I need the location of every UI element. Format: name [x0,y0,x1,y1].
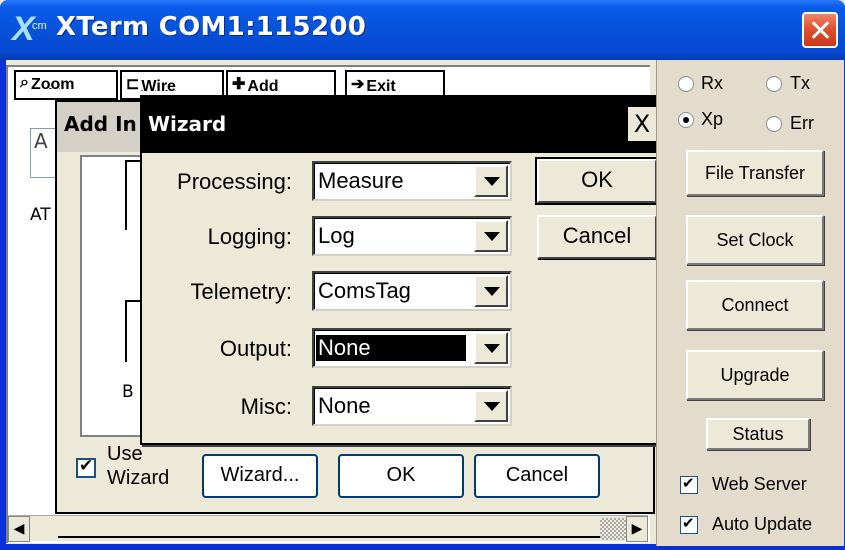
chevron-down-icon[interactable] [474,332,508,364]
logging-value: Log [318,223,355,248]
processing-value: Measure [318,168,404,193]
auto-update-label: Auto Update [712,514,813,534]
wizard-dialog: Wizard X Processing: Measure Logging: Lo… [140,95,660,445]
radio-xp-label: Xp [701,109,724,129]
component-label: AT [30,205,51,225]
chevron-down-icon[interactable] [474,390,508,422]
web-server-label: Web Server [712,474,807,494]
wizard-title: Wizard [148,112,227,136]
wizard-cancel-button[interactable]: Cancel [537,215,657,259]
telemetry-label: Telemetry: [190,279,292,304]
status-button[interactable]: Status [706,418,810,450]
connect-button[interactable]: Connect [686,280,824,330]
chevron-down-icon[interactable] [474,220,508,252]
processing-select[interactable]: Measure [312,161,512,201]
wizard-open-button[interactable]: Wizard... [202,454,318,498]
title-bar[interactable]: X cm XTerm COM1:115200 [0,0,845,60]
scrollbar-track[interactable] [58,520,600,538]
output-select[interactable]: None [312,328,512,368]
misc-label: Misc: [240,394,292,419]
add-in-ok-button[interactable]: OK [338,454,464,498]
preview-label-b: B [122,382,134,402]
arrow-right-icon: ➔ [351,76,365,93]
scroll-right-arrow-icon[interactable]: ▶ [626,516,648,542]
radio-xp[interactable] [678,112,694,128]
radio-tx[interactable] [766,76,782,92]
upgrade-button[interactable]: Upgrade [686,350,824,400]
plus-icon: ✚ [232,76,246,93]
wizard-titlebar[interactable]: Wizard X [142,97,658,153]
scrollbar-thumb[interactable] [600,518,626,540]
auto-update-checkbox[interactable] [680,514,698,534]
zoom-button[interactable]: ⌕ Zoom [14,70,118,100]
wizard-ok-button[interactable]: OK [535,157,659,205]
window-close-button[interactable] [802,12,838,48]
output-label: Output: [219,336,292,361]
add-in-dialog-title: Add In [64,112,137,136]
logging-label: Logging: [207,224,292,249]
use-wizard-label: Use Wizard [107,443,170,489]
radio-rx[interactable] [678,76,694,92]
output-value: None [315,334,467,362]
chevron-down-icon[interactable] [474,165,508,197]
horizontal-scrollbar[interactable]: ◀ ▶ [8,515,648,542]
telemetry-value: ComsTag [318,278,411,303]
radio-rx-label: Rx [701,73,723,93]
processing-label: Processing: [177,169,292,194]
xterm-app-icon: X cm [12,10,47,48]
telemetry-select[interactable]: ComsTag [312,271,512,311]
add-in-cancel-button[interactable]: Cancel [474,454,600,498]
wizard-close-icon[interactable]: X [628,107,656,141]
scroll-left-arrow-icon[interactable]: ◀ [8,516,30,542]
radio-tx-label: Tx [790,73,810,93]
misc-select[interactable]: None [312,386,512,426]
file-transfer-button[interactable]: File Transfer [686,150,824,196]
main-window: X cm XTerm COM1:115200 ⌕ Zoom ⊏ Wire ✚ Add … [0,0,845,550]
magnifier-icon: ⌕ [20,74,29,91]
web-server-checkbox[interactable] [680,474,698,494]
chevron-down-icon[interactable] [474,275,508,307]
window-title: XTerm COM1:115200 [56,12,367,42]
set-clock-button[interactable]: Set Clock [686,215,824,265]
logging-select[interactable]: Log [312,216,512,256]
use-wizard-checkbox[interactable] [76,456,96,478]
radio-err-label: Err [790,113,814,133]
misc-value: None [318,393,371,418]
radio-err[interactable] [766,116,782,132]
wire-icon: ⊏ [126,76,140,93]
